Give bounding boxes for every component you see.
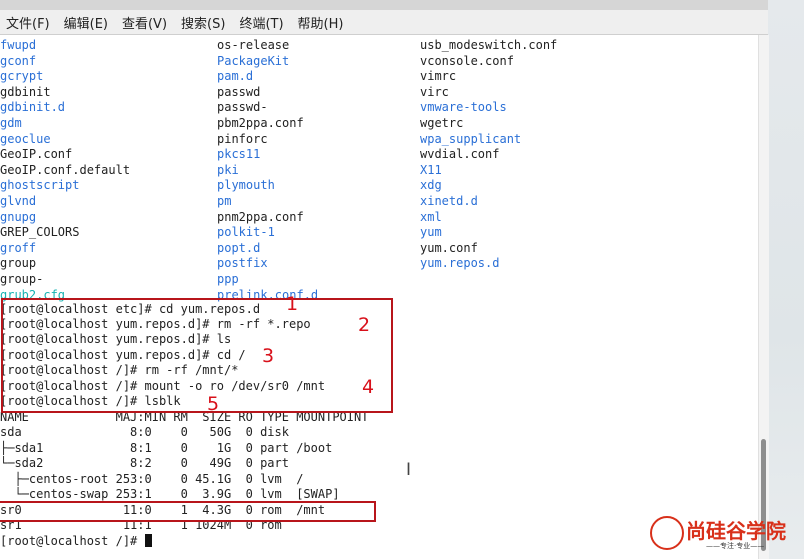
desktop-background xyxy=(768,0,804,559)
lsblk-row: └─centos-swap 253:1 0 3.9G 0 lvm [SWAP] xyxy=(0,487,340,501)
listing-entry: pinforc xyxy=(217,131,268,146)
listing-entry: groff xyxy=(0,240,37,255)
watermark-logo: 尚硅谷学院 ——专注·专业—— xyxy=(648,513,798,553)
lsblk-row: ├─sda1 8:1 0 1G 0 part /boot xyxy=(0,441,333,455)
listing-entry: gdm xyxy=(0,116,22,130)
listing-entry: yum.repos.d xyxy=(420,256,500,271)
terminal-output[interactable]: fwupd os-release usb_modeswitch.confgconf P… xyxy=(0,35,758,559)
menu-view[interactable]: 查看(V) xyxy=(116,13,175,32)
listing-entry: plymouth xyxy=(217,178,275,193)
listing-entry: geoclue xyxy=(0,131,51,146)
annotation-number: 5 xyxy=(207,393,220,415)
listing-entry: gdbinit.d xyxy=(0,100,66,115)
listing-entry: popt.d xyxy=(217,240,261,255)
listing-entry: gconf xyxy=(0,53,37,68)
prompt-line[interactable]: [root@localhost /]# xyxy=(0,534,152,549)
listing-entry: yum.conf xyxy=(420,240,478,255)
watermark-subtitle: ——专注·专业—— xyxy=(706,542,765,550)
lsblk-row: sda 8:0 0 50G 0 disk xyxy=(0,425,289,439)
scrollbar[interactable] xyxy=(758,35,769,559)
listing-entry: PackageKit xyxy=(217,53,290,68)
listing-entry: wpa_supplicant xyxy=(420,131,522,146)
listing-entry: vmware-tools xyxy=(420,100,507,115)
listing-entry: ghostscript xyxy=(0,178,80,193)
menu-help[interactable]: 帮助(H) xyxy=(292,13,352,32)
listing-entry: GeoIP.conf xyxy=(0,147,73,162)
listing-entry: yum xyxy=(420,225,442,240)
listing-entry: GeoIP.conf.default xyxy=(0,162,131,177)
listing-entry: group xyxy=(0,256,37,271)
command-highlight-box xyxy=(1,298,393,413)
lsblk-row: └─sda2 8:2 0 49G 0 part xyxy=(0,456,289,470)
listing-entry: xinetd.d xyxy=(420,194,478,208)
listing-entry: gcrypt xyxy=(0,69,44,84)
listing-entry: pki xyxy=(217,162,239,177)
menu-search[interactable]: 搜索(S) xyxy=(175,13,233,32)
listing-entry: GREP_COLORS xyxy=(0,225,80,240)
lsblk-row: ├─centos-root 253:0 0 45.1G 0 lvm / xyxy=(0,472,304,486)
listing-entry: vconsole.conf xyxy=(420,53,514,68)
listing-entry: polkit-1 xyxy=(217,225,275,240)
annotation-number: 3 xyxy=(262,345,275,367)
listing-entry: wgetrc xyxy=(420,116,464,130)
listing-entry: vimrc xyxy=(420,69,457,84)
listing-entry: pbm2ppa.conf xyxy=(217,116,304,130)
listing-entry: pnm2ppa.conf xyxy=(217,209,304,224)
listing-entry: xdg xyxy=(420,178,442,193)
menubar: 文件(F) 编辑(E) 查看(V) 搜索(S) 终端(T) 帮助(H) xyxy=(0,10,768,35)
watermark-name: 尚硅谷学院 xyxy=(686,519,786,543)
listing-entry: os-release xyxy=(217,38,290,52)
listing-entry: ppp xyxy=(217,272,239,286)
listing-entry: group- xyxy=(0,272,44,286)
listing-entry: X11 xyxy=(420,162,442,177)
listing-entry: xml xyxy=(420,209,442,224)
window-title-bar xyxy=(0,0,768,10)
listing-entry: wvdial.conf xyxy=(420,147,500,162)
listing-entry: passwd- xyxy=(217,100,268,115)
listing-entry: passwd xyxy=(217,84,261,99)
annotation-number: 4 xyxy=(362,376,375,398)
text-cursor xyxy=(144,534,152,547)
listing-entry: pam.d xyxy=(217,69,254,84)
listing-entry: pm xyxy=(217,194,232,208)
annotation-number: 1 xyxy=(286,293,299,315)
menu-file[interactable]: 文件(F) xyxy=(0,13,58,32)
listing-entry: glvnd xyxy=(0,194,37,208)
annotation-number: 2 xyxy=(358,314,371,336)
listing-entry: pkcs11 xyxy=(217,147,261,162)
text-cursor-ibeam-icon: I xyxy=(406,460,412,480)
menu-terminal[interactable]: 终端(T) xyxy=(233,13,291,32)
listing-entry: gnupg xyxy=(0,209,37,224)
listing-entry: gdbinit xyxy=(0,84,51,99)
listing-entry: postfix xyxy=(217,256,268,271)
listing-entry: fwupd xyxy=(0,38,37,52)
logo-emblem-icon xyxy=(650,516,684,550)
listing-entry: usb_modeswitch.conf xyxy=(420,38,558,52)
sr0-highlight-box xyxy=(0,501,376,522)
prompt-text: [root@localhost /]# xyxy=(0,534,145,548)
listing-entry: virc xyxy=(420,84,449,99)
menu-edit[interactable]: 编辑(E) xyxy=(58,13,116,32)
